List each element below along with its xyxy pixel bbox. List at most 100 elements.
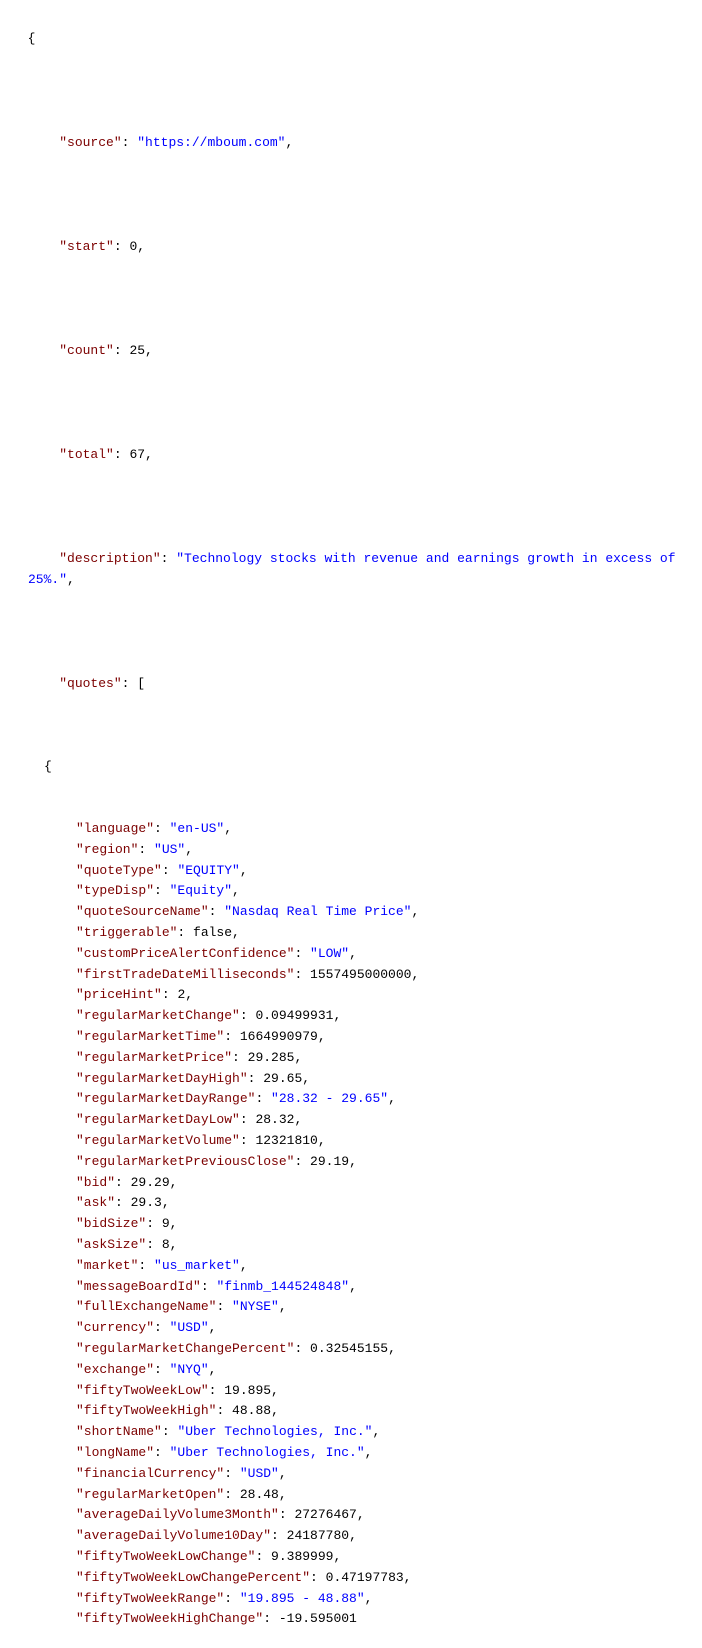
field-value: "en-US" [170, 821, 225, 836]
quote-field-line: "averageDailyVolume3Month": 27276467, [76, 1505, 690, 1526]
quote-field-line: "fiftyTwoWeekHighChange": -19.595001 [76, 1609, 690, 1630]
field-key: "messageBoardId" [76, 1279, 201, 1294]
quote-field-line: "regularMarketChangePercent": 0.32545155… [76, 1339, 690, 1360]
field-value: "LOW" [310, 946, 349, 961]
quotes-key: "quotes" [59, 676, 121, 691]
field-value: "EQUITY" [177, 863, 239, 878]
field-value: "Uber Technologies, Inc." [170, 1445, 365, 1460]
field-key: "region" [76, 842, 138, 857]
field-value: false [193, 925, 232, 940]
field-key: "financialCurrency" [76, 1466, 224, 1481]
field-key: "fiftyTwoWeekLow" [76, 1383, 209, 1398]
total-value: 67 [129, 447, 145, 462]
quote-field-line: "currency": "USD", [76, 1318, 690, 1339]
quote-field-line: "priceHint": 2, [76, 985, 690, 1006]
field-value: 27276467 [294, 1507, 356, 1522]
field-value: 19.895 [224, 1383, 271, 1398]
field-value: 28.48 [240, 1487, 279, 1502]
field-key: "quoteType" [76, 863, 162, 878]
field-value: 1664990979 [240, 1029, 318, 1044]
quote-field-line: "fiftyTwoWeekLow": 19.895, [76, 1381, 690, 1402]
source-key: "source" [59, 135, 121, 150]
quote-field-line: "averageDailyVolume10Day": 24187780, [76, 1526, 690, 1547]
quote-field-line: "fiftyTwoWeekLowChangePercent": 0.471977… [76, 1568, 690, 1589]
field-key: "fullExchangeName" [76, 1299, 216, 1314]
quote-field-line: "fullExchangeName": "NYSE", [76, 1297, 690, 1318]
start-key: "start" [59, 239, 114, 254]
field-value: 0.47197783 [326, 1570, 404, 1585]
field-value: 29.29 [131, 1175, 170, 1190]
quote-field-line: "quoteSourceName": "Nasdaq Real Time Pri… [76, 902, 690, 923]
field-key: "longName" [76, 1445, 154, 1460]
field-key: "quoteSourceName" [76, 904, 209, 919]
field-key: "exchange" [76, 1362, 154, 1377]
total-key: "total" [59, 447, 114, 462]
quote-field-line: "regularMarketTime": 1664990979, [76, 1027, 690, 1048]
field-key: "fiftyTwoWeekRange" [76, 1591, 224, 1606]
quote-field-line: "fiftyTwoWeekLowChange": 9.389999, [76, 1547, 690, 1568]
field-value: 29.285 [248, 1050, 295, 1065]
field-value: "US" [154, 842, 185, 857]
field-key: "bid" [76, 1175, 115, 1190]
field-key: "ask" [76, 1195, 115, 1210]
quote-field-line: "longName": "Uber Technologies, Inc.", [76, 1443, 690, 1464]
field-value: -19.595001 [279, 1611, 357, 1626]
field-key: "priceHint" [76, 987, 162, 1002]
field-key: "regularMarketOpen" [76, 1487, 224, 1502]
field-value: "USD" [170, 1320, 209, 1335]
field-key: "averageDailyVolume10Day" [76, 1528, 271, 1543]
source-line: "source": "https://mboum.com", [12, 112, 690, 174]
quote-field-line: "language": "en-US", [76, 819, 690, 840]
field-value: "NYSE" [232, 1299, 279, 1314]
quote-field-line: "triggerable": false, [76, 923, 690, 944]
quote-field-line: "askSize": 8, [76, 1235, 690, 1256]
field-key: "fiftyTwoWeekLowChange" [76, 1549, 255, 1564]
field-key: "regularMarketVolume" [76, 1133, 240, 1148]
field-value: 29.3 [131, 1195, 162, 1210]
field-key: "askSize" [76, 1237, 146, 1252]
quote-field-line: "fiftyTwoWeekRange": "19.895 - 48.88", [76, 1589, 690, 1610]
field-value: "Equity" [170, 883, 232, 898]
count-key: "count" [59, 343, 114, 358]
field-key: "regularMarketPreviousClose" [76, 1154, 294, 1169]
description-line: "description": "Technology stocks with r… [12, 528, 690, 611]
quote-field-line: "customPriceAlertConfidence": "LOW", [76, 944, 690, 965]
quote-field-line: "regularMarketDayHigh": 29.65, [76, 1069, 690, 1090]
quote-field-line: "financialCurrency": "USD", [76, 1464, 690, 1485]
field-value: "finmb_144524848" [216, 1279, 349, 1294]
field-key: "language" [76, 821, 154, 836]
field-value: 24187780 [287, 1528, 349, 1543]
quote-field-line: "ask": 29.3, [76, 1193, 690, 1214]
field-value: 9.389999 [271, 1549, 333, 1564]
field-value: 2 [177, 987, 185, 1002]
field-key: "regularMarketTime" [76, 1029, 224, 1044]
field-value: 9 [162, 1216, 170, 1231]
field-value: 0.09499931 [255, 1008, 333, 1023]
quote-field-line: "region": "US", [76, 840, 690, 861]
field-value: 12321810 [255, 1133, 317, 1148]
field-value: 29.65 [263, 1071, 302, 1086]
field-key: "regularMarketDayRange" [76, 1091, 255, 1106]
json-viewer: { "source": "https://mboum.com", "start"… [12, 8, 690, 1648]
field-value: "28.32 - 29.65" [271, 1091, 388, 1106]
field-value: "NYQ" [170, 1362, 209, 1377]
field-key: "fiftyTwoWeekHigh" [76, 1403, 216, 1418]
field-value: 1557495000000 [310, 967, 411, 982]
field-value: "Nasdaq Real Time Price" [224, 904, 411, 919]
field-value: "Uber Technologies, Inc." [177, 1424, 372, 1439]
total-line: "total": 67, [12, 424, 690, 486]
quote-field-line: "regularMarketPreviousClose": 29.19, [76, 1152, 690, 1173]
field-key: "customPriceAlertConfidence" [76, 946, 294, 961]
quote-field-line: "typeDisp": "Equity", [76, 881, 690, 902]
field-value: 29.19 [310, 1154, 349, 1169]
field-value: "us_market" [154, 1258, 240, 1273]
field-key: "shortName" [76, 1424, 162, 1439]
field-value: 48.88 [232, 1403, 271, 1418]
start-line: "start": 0, [12, 216, 690, 278]
source-value: "https://mboum.com" [137, 135, 285, 150]
quote-field-line: "regularMarketDayLow": 28.32, [76, 1110, 690, 1131]
quote-field-line: "fiftyTwoWeekHigh": 48.88, [76, 1401, 690, 1422]
field-value: 8 [162, 1237, 170, 1252]
field-key: "market" [76, 1258, 138, 1273]
field-value: "19.895 - 48.88" [240, 1591, 365, 1606]
